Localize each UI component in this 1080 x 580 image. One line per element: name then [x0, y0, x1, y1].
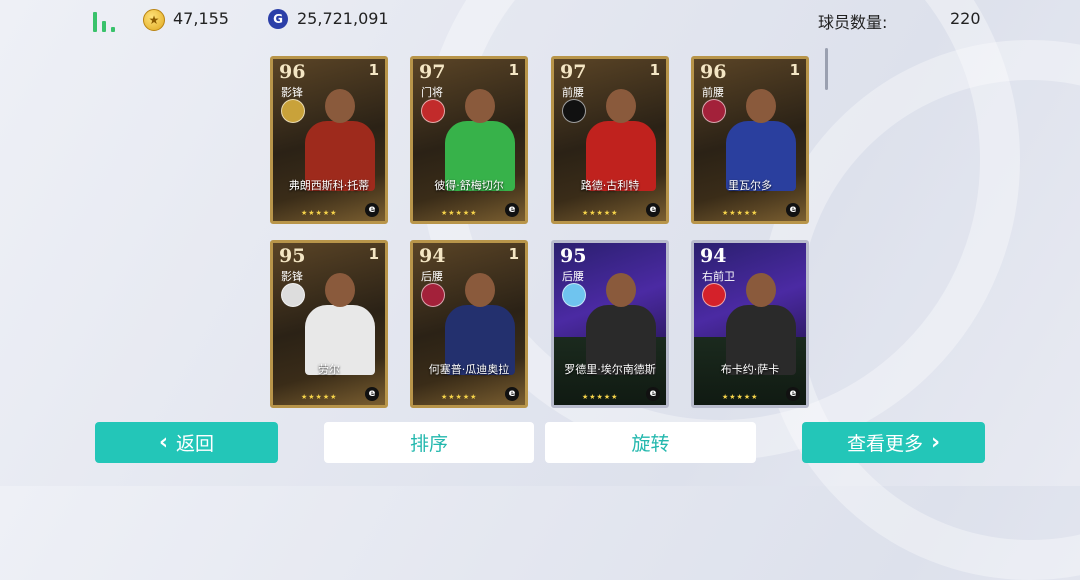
player-rating: 96: [279, 61, 306, 83]
gp-icon: G: [268, 9, 288, 29]
player-head: [746, 89, 776, 123]
player-level: 1: [508, 61, 519, 79]
efootball-logo-icon: e: [646, 203, 660, 217]
club-badge-icon: [562, 99, 586, 123]
player-position: 前腰: [702, 86, 724, 99]
chevron-right-icon: ›: [930, 430, 941, 455]
player-card[interactable]: 94 右前卫布卡约·萨卡 ★★★★★ e: [691, 240, 809, 408]
player-card[interactable]: 97 1 前腰路德·古利特 ★★★★★ e: [551, 56, 669, 224]
player-card[interactable]: 94 1 后腰何塞普·瓜迪奥拉 ★★★★★ e: [410, 240, 528, 408]
club-badge-icon: [281, 283, 305, 307]
club-badge-icon: [421, 99, 445, 123]
back-label: 返回: [176, 433, 215, 455]
player-level: 1: [368, 61, 379, 79]
star-rating: ★★★★★: [722, 393, 759, 401]
player-name: 里瓦尔多: [728, 179, 772, 192]
player-position: 后腰: [562, 270, 584, 283]
star-rating: ★★★★★: [582, 209, 619, 217]
star-rating: ★★★★★: [301, 393, 338, 401]
player-head: [606, 273, 636, 307]
player-card[interactable]: 95 后腰罗德里·埃尔南德斯 ★★★★★ e: [551, 240, 669, 408]
rotate-button[interactable]: 旋转: [545, 422, 756, 463]
rotate-label: 旋转: [631, 433, 670, 455]
player-card[interactable]: 96 1 前腰里瓦尔多 ★★★★★ e: [691, 56, 809, 224]
player-card-grid: 96 1 影锋 弗朗西斯科·托蒂 ★★★★★ e 97 1 门将 彼得·舒梅切尔 ★★★★★ e 97 1…: [270, 56, 810, 408]
player-head: [465, 89, 495, 123]
player-name: 罗德里·埃尔南德斯: [564, 363, 656, 376]
player-level: 1: [508, 245, 519, 263]
player-position: 门将: [421, 86, 443, 99]
player-rating: 96: [700, 61, 727, 83]
player-card[interactable]: 95 1 影锋劳尔 ★★★★★ e: [270, 240, 388, 408]
club-badge-icon: [702, 99, 726, 123]
player-count-value: 220: [950, 9, 981, 28]
player-rating: 94: [419, 245, 446, 267]
player-rating: 95: [560, 245, 587, 267]
player-count-label: 球员数量:: [818, 13, 888, 32]
efootball-logo-icon: e: [786, 203, 800, 217]
efootball-logo-icon: e: [365, 387, 379, 401]
signal-icon: [93, 10, 117, 32]
player-position: 影锋: [281, 86, 303, 99]
player-position: 右前卫: [702, 270, 735, 283]
player-head: [325, 89, 355, 123]
player-head: [746, 273, 776, 307]
player-card[interactable]: 97 1 门将彼得·舒梅切尔 ★★★★★ e: [410, 56, 528, 224]
club-badge-icon: [281, 99, 305, 123]
player-rating: 97: [419, 61, 446, 83]
back-button[interactable]: ‹ 返回: [95, 422, 278, 463]
player-position: 影锋: [281, 270, 303, 283]
player-level: 1: [368, 245, 379, 263]
player-position: 后腰: [421, 270, 443, 283]
efootball-logo-icon: e: [505, 387, 519, 401]
scrollbar[interactable]: [825, 48, 828, 90]
gp-value: 25,721,091: [297, 9, 389, 28]
chevron-left-icon: ‹: [158, 430, 169, 455]
star-rating: ★★★★★: [441, 209, 478, 217]
efootball-logo-icon: e: [786, 387, 800, 401]
player-name: 何塞普·瓜迪奥拉: [428, 363, 510, 376]
sort-button[interactable]: 排序: [324, 422, 534, 463]
player-name: 彼得·舒梅切尔: [434, 179, 504, 192]
club-badge-icon: [421, 283, 445, 307]
player-level: 1: [789, 61, 800, 79]
view-more-label: 查看更多: [846, 433, 923, 455]
star-rating: ★★★★★: [301, 209, 338, 217]
player-rating: 97: [560, 61, 587, 83]
player-rating: 94: [700, 245, 727, 267]
player-head: [465, 273, 495, 307]
player-head: [325, 273, 355, 307]
star-rating: ★★★★★: [441, 393, 478, 401]
player-name: 布卡约·萨卡: [720, 363, 780, 376]
club-badge-icon: [702, 283, 726, 307]
club-badge-icon: [562, 283, 586, 307]
efootball-logo-icon: e: [505, 203, 519, 217]
coin-icon: ★: [143, 9, 165, 31]
player-rating: 95: [279, 245, 306, 267]
view-more-button[interactable]: 查看更多 ›: [802, 422, 985, 463]
coins-value: 47,155: [173, 9, 229, 28]
player-name: 路德·古利特: [580, 179, 640, 192]
player-head: [606, 89, 636, 123]
player-name: 劳尔: [318, 363, 340, 376]
efootball-logo-icon: e: [646, 387, 660, 401]
player-level: 1: [649, 61, 660, 79]
player-name: 弗朗西斯科·托蒂: [288, 179, 370, 192]
player-card[interactable]: 96 1 影锋弗朗西斯科·托蒂 ★★★★★ e: [270, 56, 388, 224]
efootball-logo-icon: e: [365, 203, 379, 217]
player-position: 前腰: [562, 86, 584, 99]
star-rating: ★★★★★: [722, 209, 759, 217]
top-bar: ★ 47,155 G 25,721,091 球员数量: 220: [0, 0, 1080, 40]
sort-label: 排序: [409, 433, 448, 455]
star-rating: ★★★★★: [582, 393, 619, 401]
